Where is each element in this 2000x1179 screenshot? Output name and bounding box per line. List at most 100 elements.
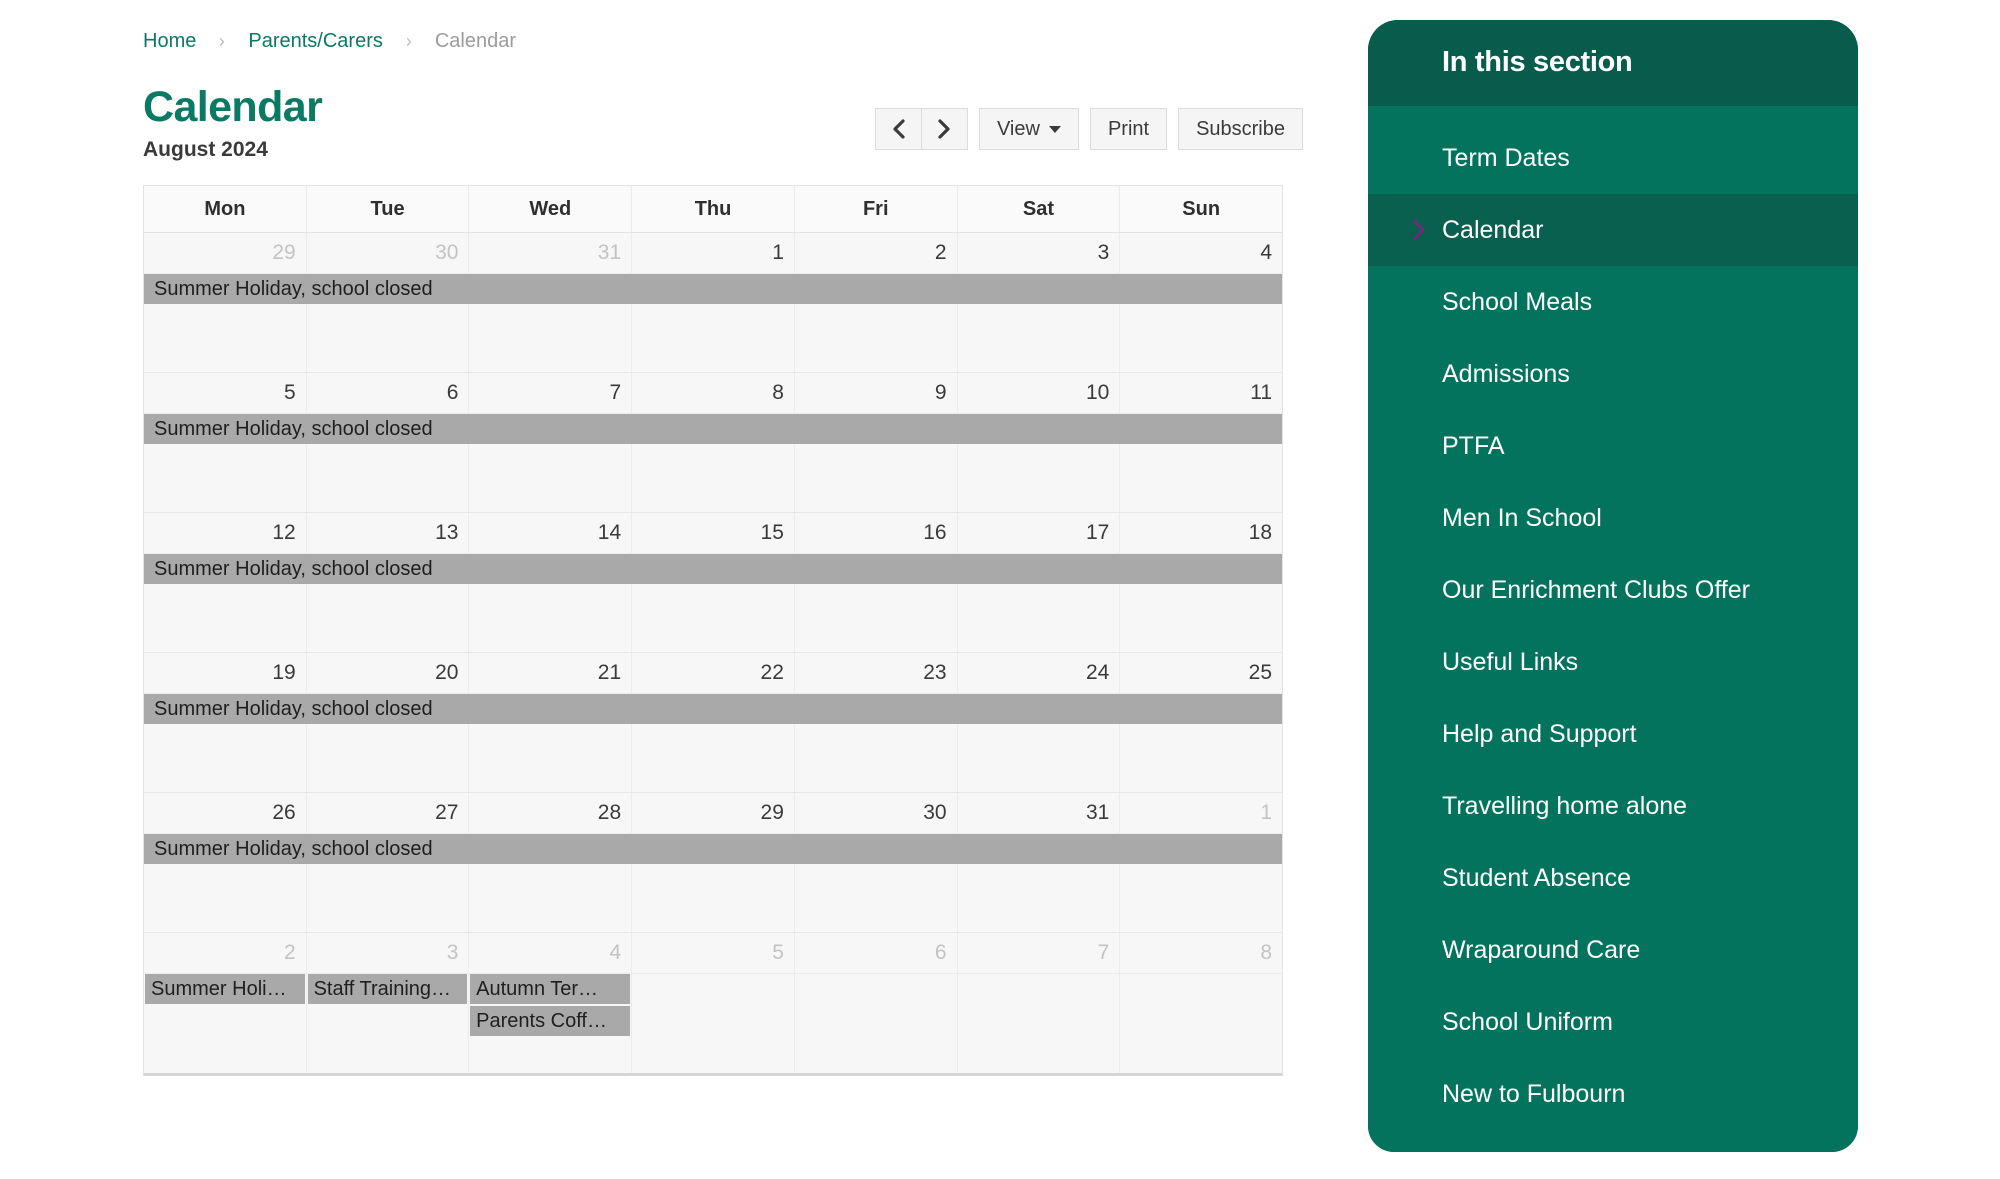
calendar-toolbar: View Print Subscribe xyxy=(874,108,1303,150)
calendar-day-cell[interactable]: 8 xyxy=(1120,933,1283,1073)
calendar-day-number: 8 xyxy=(1260,941,1273,964)
sidebar-item-travelling-home-alone[interactable]: Travelling home alone xyxy=(1368,770,1858,842)
sidebar-item-useful-links[interactable]: Useful Links xyxy=(1368,626,1858,698)
calendar-day-number: 4 xyxy=(609,941,622,964)
sidebar-item-term-dates[interactable]: Term Dates xyxy=(1368,122,1858,194)
calendar-day-number: 17 xyxy=(1085,521,1110,544)
calendar-day-number: 30 xyxy=(435,241,459,264)
calendar-day-number: 26 xyxy=(272,801,296,824)
calendar-week-row: 12 13 14 15 16 17 18 Summer Holiday, school clo… xyxy=(144,513,1283,653)
sidebar-item-new-to-fulbourn[interactable]: New to Fulbourn xyxy=(1368,1058,1858,1130)
calendar-day-headers: Mon Tue Wed Thu Fri Sat Sun xyxy=(144,186,1282,233)
sidebar-item-label: Calendar xyxy=(1442,215,1544,244)
sidebar-item-admissions[interactable]: Admissions xyxy=(1368,338,1858,410)
calendar-day-cell[interactable]: 7 xyxy=(957,933,1121,1073)
sidebar-item-label: Admissions xyxy=(1442,359,1570,388)
sidebar-item-label: PTFA xyxy=(1442,431,1505,460)
calendar-day-number: 2 xyxy=(934,241,947,264)
view-dropdown-label: View xyxy=(996,118,1040,140)
calendar-dow-thu: Thu xyxy=(632,186,795,232)
calendar-day-number: 29 xyxy=(272,241,296,264)
sidebar-item-ptfa[interactable]: PTFA xyxy=(1368,410,1858,482)
calendar-event-chip[interactable]: Staff Training… xyxy=(307,974,468,1004)
sidebar-item-school-uniform[interactable]: School Uniform xyxy=(1368,986,1858,1058)
calendar-day-number: 10 xyxy=(1085,381,1110,404)
calendar-week-row: 2 3 4 5 6 7 8 Summer Holi… Staff Training… Autumn… xyxy=(144,933,1283,1073)
chevron-right-icon xyxy=(1412,218,1426,242)
calendar-day-number: 24 xyxy=(1085,661,1110,684)
calendar-day-number: 25 xyxy=(1248,661,1273,684)
view-dropdown-button[interactable]: View xyxy=(978,108,1079,150)
calendar-day-number: 3 xyxy=(1097,241,1110,264)
sidebar-item-our-enrichment-clubs-offer[interactable]: Our Enrichment Clubs Offer xyxy=(1368,554,1858,626)
calendar-event-band[interactable]: Summer Holiday, school closed xyxy=(144,414,1282,444)
calendar-day-number: 23 xyxy=(923,661,947,684)
calendar-dow-mon: Mon xyxy=(144,186,307,232)
breadcrumb-item-parents-carers[interactable]: Parents/Carers xyxy=(248,30,383,53)
breadcrumb-separator: › xyxy=(405,29,413,53)
sidebar-item-help-and-support[interactable]: Help and Support xyxy=(1368,698,1858,770)
calendar-day-number: 15 xyxy=(760,521,784,544)
sidebar-item-men-in-school[interactable]: Men In School xyxy=(1368,482,1858,554)
breadcrumb-item-home[interactable]: Home xyxy=(143,30,196,53)
calendar-day-number: 5 xyxy=(284,381,296,404)
calendar-day-number: 3 xyxy=(446,941,459,964)
calendar-event-band[interactable]: Summer Holiday, school closed xyxy=(144,834,1282,864)
calendar-event-band[interactable]: Summer Holiday, school closed xyxy=(144,694,1282,724)
breadcrumb-item-calendar: Calendar xyxy=(434,29,517,52)
calendar-day-number: 13 xyxy=(435,521,459,544)
sidebar-item-label: Wraparound Care xyxy=(1442,935,1641,964)
sidebar-item-student-absence[interactable]: Student Absence xyxy=(1368,842,1858,914)
calendar-day-number: 7 xyxy=(1097,941,1110,964)
sidebar-nav-list: Term Dates Calendar School Meals Admissions… xyxy=(1368,122,1858,1130)
calendar-day-number: 4 xyxy=(1260,241,1273,264)
calendar-grid: Mon Tue Wed Thu Fri Sat Sun 29 30 31 1 2 3 4 Summer H… xyxy=(143,185,1283,1076)
calendar-dow-fri: Fri xyxy=(795,186,958,232)
calendar-dow-tue: Tue xyxy=(307,186,470,232)
calendar-event-chip[interactable]: Autumn Ter… xyxy=(470,974,630,1004)
calendar-day-number: 21 xyxy=(597,661,622,684)
chevron-left-icon xyxy=(893,119,905,139)
sidebar-item-wraparound-care[interactable]: Wraparound Care xyxy=(1368,914,1858,986)
chevron-down-icon xyxy=(1048,125,1061,133)
calendar-weeks: 29 30 31 1 2 3 4 Summer Holiday, school closed 5… xyxy=(144,233,1283,1073)
sidebar-item-label: Term Dates xyxy=(1442,143,1570,172)
calendar-dow-wed: Wed xyxy=(469,186,633,232)
sidebar-item-label: Help and Support xyxy=(1442,719,1637,748)
calendar-day-number: 2 xyxy=(284,941,296,964)
main-content: Home › Parents/Carers › Calendar Calendar Au… xyxy=(143,0,1303,1076)
calendar-day-number: 1 xyxy=(772,241,784,264)
sidebar-header: In this section xyxy=(1368,20,1858,106)
calendar-day-number: 19 xyxy=(272,661,296,684)
calendar-event-chip[interactable]: Parents Coff… xyxy=(470,1006,630,1036)
calendar-week-row: 29 30 31 1 2 3 4 Summer Holiday, school closed xyxy=(144,233,1283,373)
calendar-day-number: 14 xyxy=(597,521,622,544)
calendar-event-band[interactable]: Summer Holiday, school closed xyxy=(144,274,1282,304)
calendar-day-number: 6 xyxy=(934,941,947,964)
sidebar-item-label: Our Enrichment Clubs Offer xyxy=(1442,575,1750,604)
calendar-week-row: 5 6 7 8 9 10 11 Summer Holiday, school closed xyxy=(144,373,1283,513)
calendar-day-cell[interactable]: 5 xyxy=(632,933,795,1073)
subscribe-button[interactable]: Subscribe xyxy=(1178,108,1303,150)
calendar-day-cell[interactable]: 6 xyxy=(794,933,958,1073)
print-button[interactable]: Print xyxy=(1089,108,1168,150)
in-this-section-panel: In this section Term Dates Calendar School… xyxy=(1368,20,1858,1152)
calendar-week-row: 26 27 28 29 30 31 1 Summer Holiday, school clos… xyxy=(144,793,1283,933)
next-month-button[interactable] xyxy=(920,108,968,150)
sidebar-item-school-meals[interactable]: School Meals xyxy=(1368,266,1858,338)
prev-month-button[interactable] xyxy=(874,108,922,150)
calendar-day-number: 16 xyxy=(923,521,947,544)
calendar-day-number: 9 xyxy=(934,381,947,404)
sidebar-top-spacer xyxy=(1368,106,1858,122)
calendar-day-number: 5 xyxy=(772,941,784,964)
calendar-event-band[interactable]: Summer Holiday, school closed xyxy=(144,554,1282,584)
calendar-day-number: 31 xyxy=(1085,801,1110,824)
sidebar-item-calendar[interactable]: Calendar xyxy=(1368,194,1858,266)
calendar-dow-sun: Sun xyxy=(1182,198,1221,220)
calendar-day-number: 28 xyxy=(597,801,622,824)
calendar-day-number: 11 xyxy=(1250,381,1273,404)
sidebar-heading: In this section xyxy=(1442,46,1633,78)
sidebar-item-label: School Uniform xyxy=(1442,1007,1613,1036)
calendar-day-number: 31 xyxy=(597,241,622,264)
calendar-event-chip[interactable]: Summer Holi… xyxy=(145,974,305,1004)
